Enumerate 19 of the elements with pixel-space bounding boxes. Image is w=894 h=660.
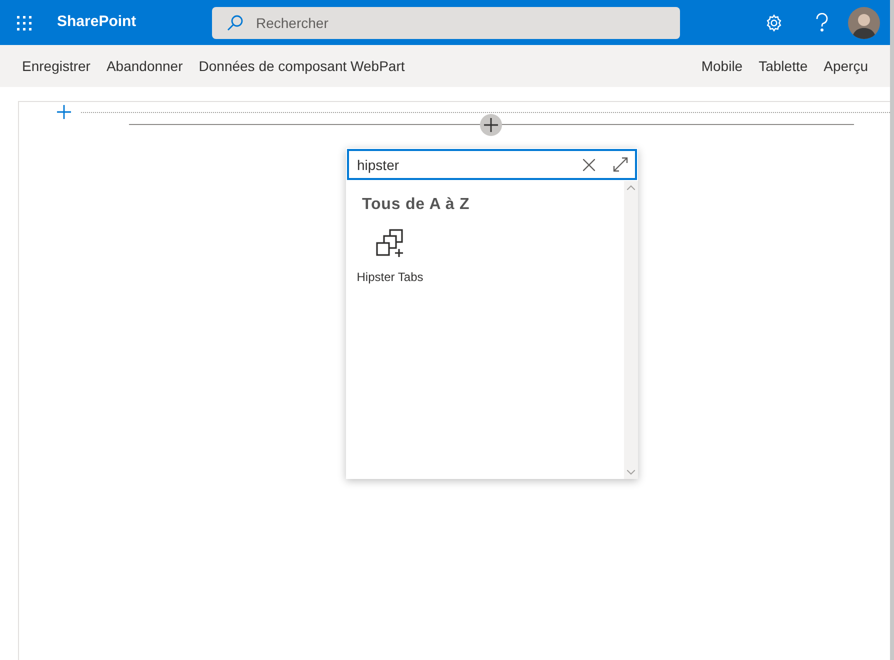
search-field[interactable]: hipster bbox=[347, 149, 637, 180]
toolbar-button[interactable]: Aperçu bbox=[816, 50, 876, 82]
toolbar-button[interactable]: Abandonner bbox=[98, 50, 191, 82]
toolbar-button[interactable]: Données de composant WebPart bbox=[190, 50, 413, 82]
app-name[interactable]: SharePoint bbox=[57, 11, 212, 34]
section-title: Tous de A à Z bbox=[362, 195, 471, 215]
webpart-tile[interactable]: Hipster Tabs bbox=[358, 229, 422, 286]
toolbar-button[interactable]: Tablette bbox=[750, 50, 816, 82]
tabs-icon bbox=[375, 229, 405, 259]
scrollbar[interactable] bbox=[624, 181, 638, 479]
search-field[interactable]: Rechercher bbox=[212, 6, 680, 38]
search-icon bbox=[226, 14, 244, 32]
add-webpart-icon[interactable] bbox=[480, 114, 502, 136]
scroll-down-icon[interactable] bbox=[627, 470, 635, 475]
add-section-icon[interactable] bbox=[57, 105, 71, 119]
scroll-up-icon[interactable] bbox=[627, 185, 635, 190]
toolbar-button[interactable]: Mobile bbox=[693, 50, 751, 82]
toolbar-button[interactable]: Enregistrer bbox=[14, 50, 98, 82]
avatar[interactable] bbox=[848, 6, 880, 38]
